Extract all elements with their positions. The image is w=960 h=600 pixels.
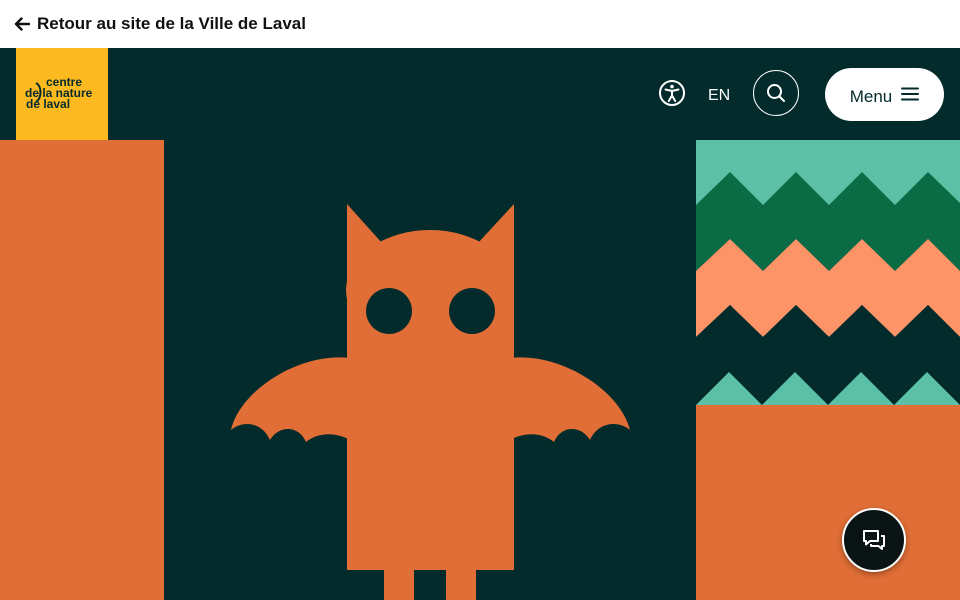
language-toggle[interactable]: EN [708, 87, 730, 105]
search-button[interactable] [753, 70, 799, 116]
logo-line-3: de laval [26, 97, 70, 111]
menu-label: Menu [849, 86, 893, 106]
bat-left-eye [366, 288, 412, 334]
left-orange-panel [0, 140, 164, 600]
accessibility-button[interactable] [657, 78, 687, 108]
hero-illustration [0, 140, 960, 600]
search-icon [767, 84, 785, 102]
arrow-left-icon [14, 17, 30, 31]
site-header: centre de la nature de laval EN Menu [0, 48, 960, 140]
top-bar: Retour au site de la Ville de Laval [0, 0, 960, 48]
bat-right-eye [449, 288, 495, 334]
menu-button[interactable]: Menu [825, 68, 944, 121]
chat-button[interactable] [842, 508, 906, 572]
site-logo[interactable]: centre de la nature de laval [16, 48, 108, 140]
hamburger-icon [901, 87, 920, 100]
chat-bubbles-icon [863, 530, 885, 550]
accessibility-icon [659, 80, 685, 106]
back-link-label: Retour au site de la Ville de Laval [37, 14, 306, 33]
back-to-city-link[interactable]: Retour au site de la Ville de Laval [14, 14, 306, 34]
logo-mark: centre de la nature de laval [25, 75, 93, 111]
zigzag-pattern [696, 140, 960, 600]
